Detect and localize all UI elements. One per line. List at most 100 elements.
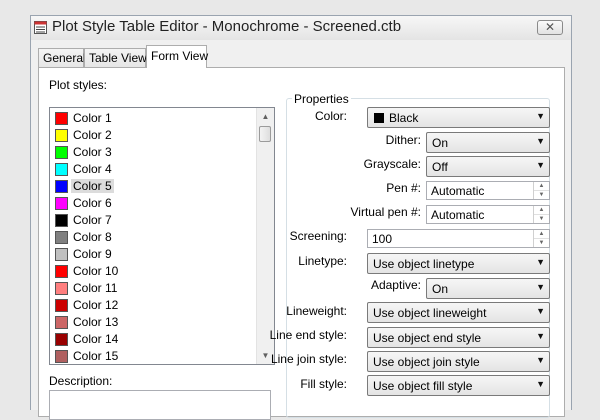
plot-style-label: Color 1: [73, 111, 112, 125]
screening-label: Screening:: [289, 229, 347, 243]
spin-up-icon[interactable]: ▲: [534, 206, 549, 215]
color-swatch: [55, 129, 68, 142]
line-end-value: Use object end style: [373, 331, 482, 345]
plot-style-label: Color 13: [73, 315, 119, 329]
plot-style-item[interactable]: Color 14: [53, 331, 253, 348]
scroll-up-icon[interactable]: ▲: [257, 108, 274, 125]
title-bar: Plot Style Table Editor - Monochrome - S…: [31, 16, 571, 40]
pen-spinner[interactable]: ▲ ▼: [533, 182, 549, 199]
plot-style-item[interactable]: Color 2: [53, 127, 253, 144]
spin-down-icon[interactable]: ▼: [534, 191, 549, 199]
dither-label: Dither:: [385, 133, 421, 147]
tab-form-view[interactable]: Form View: [146, 45, 208, 68]
close-button[interactable]: ✕: [537, 20, 563, 35]
virtual-pen-label: Virtual pen #:: [350, 205, 422, 219]
line-join-select[interactable]: Use object join style ▼: [367, 351, 550, 372]
adaptive-value: On: [432, 282, 449, 296]
color-swatch: [55, 163, 68, 176]
plot-style-label: Color 7: [73, 213, 112, 227]
close-icon: ✕: [544, 20, 556, 34]
color-swatch: [55, 333, 68, 346]
table-editor-icon: [34, 21, 47, 34]
plot-style-item[interactable]: Color 5: [53, 178, 253, 195]
plot-style-label: Color 2: [73, 128, 112, 142]
virtual-pen-input[interactable]: Automatic ▲ ▼: [426, 205, 550, 224]
plot-style-item[interactable]: Color 15: [53, 348, 253, 364]
color-value: Black: [389, 111, 419, 125]
plot-style-editor-window: Plot Style Table Editor - Monochrome - S…: [30, 15, 572, 420]
line-end-select[interactable]: Use object end style ▼: [367, 327, 550, 348]
screening-spinner[interactable]: ▲ ▼: [533, 230, 549, 247]
line-join-label: Line join style:: [270, 352, 347, 366]
color-select[interactable]: Black ▼: [367, 107, 550, 128]
plot-style-item[interactable]: Color 1: [53, 110, 253, 127]
plot-style-label: Color 8: [73, 230, 112, 244]
chevron-down-icon: ▼: [536, 111, 545, 121]
scroll-thumb[interactable]: [259, 126, 271, 142]
plot-styles-scrollbar[interactable]: ▲ ▼: [256, 108, 274, 364]
description-label: Description:: [49, 374, 113, 388]
virtual-pen-value: Automatic: [431, 208, 485, 222]
fill-style-value: Use object fill style: [373, 379, 473, 393]
description-input[interactable]: [49, 390, 271, 420]
chevron-down-icon: ▼: [536, 257, 545, 267]
color-swatch: [55, 146, 68, 159]
plot-style-label: Color 3: [73, 145, 112, 159]
plot-style-item[interactable]: Color 4: [53, 161, 253, 178]
plot-style-label: Color 5: [71, 179, 114, 193]
linetype-label: Linetype:: [298, 254, 347, 268]
fill-style-select[interactable]: Use object fill style ▼: [367, 375, 550, 396]
spin-down-icon[interactable]: ▼: [534, 215, 549, 223]
line-join-value: Use object join style: [373, 355, 480, 369]
color-swatch: [55, 180, 68, 193]
color-swatch: [55, 231, 68, 244]
tab-table-view[interactable]: Table View: [84, 48, 147, 67]
lineweight-label: Lineweight:: [286, 304, 347, 318]
chevron-down-icon: ▼: [536, 331, 545, 341]
properties-title: Properties: [292, 92, 351, 106]
plot-style-item[interactable]: Color 7: [53, 212, 253, 229]
plot-style-label: Color 4: [73, 162, 112, 176]
spin-down-icon[interactable]: ▼: [534, 239, 549, 247]
grayscale-select[interactable]: Off ▼: [426, 156, 550, 177]
plot-style-item[interactable]: Color 11: [53, 280, 253, 297]
adaptive-label: Adaptive:: [370, 278, 421, 292]
adaptive-select[interactable]: On ▼: [426, 278, 550, 299]
plot-style-item[interactable]: Color 6: [53, 195, 253, 212]
plot-style-label: Color 15: [73, 349, 119, 363]
color-swatch: [55, 265, 68, 278]
plot-styles-list[interactable]: Color 1 Color 2 Color 3 Color 4 Color 5 Color…: [49, 107, 275, 365]
chevron-down-icon: ▼: [536, 160, 545, 170]
window-title: Plot Style Table Editor - Monochrome - S…: [52, 18, 402, 35]
lineweight-select[interactable]: Use object lineweight ▼: [367, 302, 550, 323]
screening-value: 100: [372, 232, 393, 246]
spin-up-icon[interactable]: ▲: [534, 230, 549, 239]
linetype-select[interactable]: Use object linetype ▼: [367, 253, 550, 274]
plot-style-item[interactable]: Color 12: [53, 297, 253, 314]
pen-value: Automatic: [431, 184, 485, 198]
plot-style-item[interactable]: Color 3: [53, 144, 253, 161]
screening-input[interactable]: 100 ▲ ▼: [367, 229, 550, 248]
spin-up-icon[interactable]: ▲: [534, 182, 549, 191]
color-swatch: [55, 197, 68, 210]
color-chip: [374, 113, 384, 123]
color-label: Color:: [314, 109, 347, 123]
color-swatch: [55, 350, 68, 363]
plot-style-item[interactable]: Color 8: [53, 229, 253, 246]
chevron-down-icon: ▼: [536, 136, 545, 146]
tab-general[interactable]: General: [38, 48, 86, 67]
virtual-pen-spinner[interactable]: ▲ ▼: [533, 206, 549, 223]
plot-style-item[interactable]: Color 10: [53, 263, 253, 280]
line-end-label: Line end style:: [269, 328, 347, 342]
pen-number-input[interactable]: Automatic ▲ ▼: [426, 181, 550, 200]
grayscale-label: Grayscale:: [363, 157, 421, 171]
lineweight-value: Use object lineweight: [373, 306, 487, 320]
chevron-down-icon: ▼: [536, 379, 545, 389]
chevron-down-icon: ▼: [536, 355, 545, 365]
plot-style-item[interactable]: Color 13: [53, 314, 253, 331]
fill-style-label: Fill style:: [300, 377, 347, 391]
plot-style-label: Color 12: [73, 298, 119, 312]
plot-style-item[interactable]: Color 9: [53, 246, 253, 263]
plot-style-label: Color 9: [73, 247, 112, 261]
dither-select[interactable]: On ▼: [426, 132, 550, 153]
